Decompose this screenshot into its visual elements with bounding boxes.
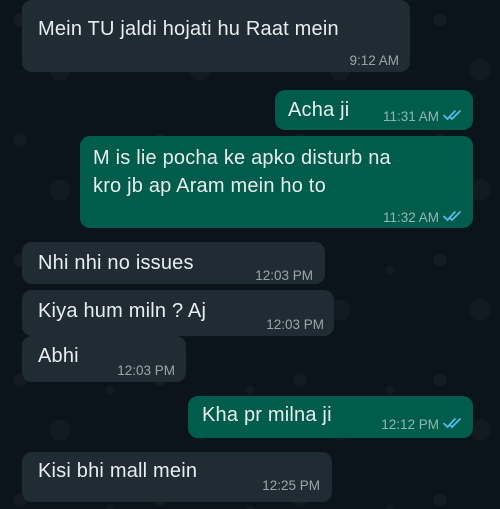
message-text: Mein TU jaldi hojati hu Raat mein (38, 18, 339, 40)
message-timestamp: 11:31 AM (383, 103, 463, 131)
message-bubble-outgoing[interactable]: Kha pr milna ji 12:12 PM (188, 396, 473, 438)
message-bubble-incoming[interactable]: Mein TU jaldi hojati hu Raat mein 9:12 A… (22, 0, 410, 72)
message-text: Kisi bhi mall mein (38, 460, 198, 482)
read-double-check-icon (443, 103, 463, 131)
message-timestamp: 12:25 PM (262, 478, 320, 493)
message-text-line: kro jb ap Aram mein ho to (93, 175, 326, 197)
message-bubble-incoming[interactable]: Kiya hum miln ? Aj 12:03 PM (22, 290, 334, 336)
message-timestamp: 12:03 PM (255, 268, 313, 283)
message-text: Acha ji (288, 99, 350, 121)
message-timestamp: 12:03 PM (117, 363, 175, 378)
message-timestamp: 11:32 AM (383, 204, 463, 232)
message-timestamp: 12:03 PM (266, 317, 324, 332)
read-double-check-icon (443, 411, 463, 439)
message-text-line: M is lie pocha ke apko disturb na (93, 147, 391, 169)
message-bubble-incoming[interactable]: Kisi bhi mall mein 12:25 PM (22, 452, 332, 502)
message-text: Nhi nhi no issues (38, 252, 194, 274)
message-timestamp: 12:12 PM (381, 411, 463, 439)
message-timestamp: 9:12 AM (349, 53, 399, 68)
message-text: Kha pr milna ji (202, 404, 332, 426)
message-bubble-outgoing[interactable]: Acha ji 11:31 AM (275, 90, 473, 130)
message-bubble-outgoing[interactable]: M is lie pocha ke apko disturb na kro jb… (80, 136, 473, 228)
message-bubble-incoming[interactable]: Nhi nhi no issues 12:03 PM (22, 242, 325, 284)
message-text: Kiya hum miln ? Aj (38, 300, 207, 322)
read-double-check-icon (443, 204, 463, 232)
message-text: Abhi (38, 345, 79, 367)
message-bubble-incoming[interactable]: Abhi 12:03 PM (22, 336, 186, 382)
